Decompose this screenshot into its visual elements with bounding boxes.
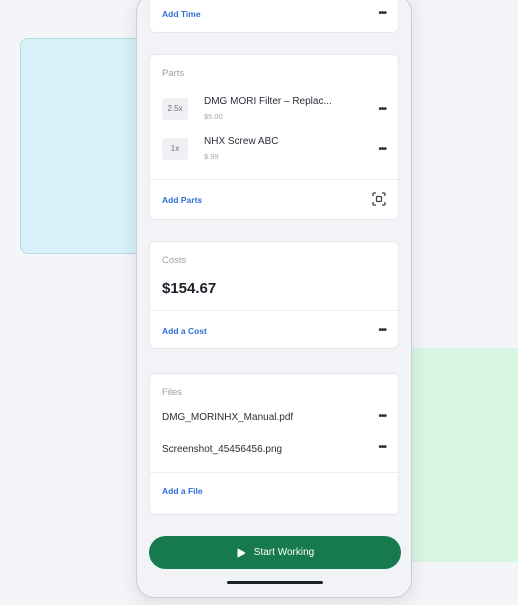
add-file-link[interactable]: Add a File xyxy=(162,486,203,496)
part-name[interactable]: NHX Screw ABC xyxy=(204,136,278,147)
part-name[interactable]: DMG MORI Filter – Replac... xyxy=(204,96,332,107)
files-divider xyxy=(150,472,398,473)
file-item[interactable]: Screenshot_45456456.png xyxy=(162,444,282,455)
time-more-icon[interactable]: ••• xyxy=(378,9,386,19)
part-qty-badge: 2.5x xyxy=(162,98,188,120)
part-qty-badge: 1x xyxy=(162,138,188,160)
files-title: Files xyxy=(162,387,183,398)
cost-total: $154.67 xyxy=(162,280,217,297)
part-price: $5.00 xyxy=(204,112,223,121)
scan-icon[interactable] xyxy=(372,192,386,206)
phone-frame: Add Time ••• Parts 2.5x DMG MORI Filter … xyxy=(136,0,412,598)
cost-more-icon[interactable]: ••• xyxy=(378,326,386,336)
add-cost-link[interactable]: Add a Cost xyxy=(162,326,207,336)
file-more-icon[interactable]: ••• xyxy=(378,412,386,422)
file-item[interactable]: DMG_MORINHX_Manual.pdf xyxy=(162,412,293,423)
files-card: Files DMG_MORINHX_Manual.pdf ••• Screens… xyxy=(149,373,399,515)
add-parts-link[interactable]: Add Parts xyxy=(162,195,202,205)
file-more-icon[interactable]: ••• xyxy=(378,443,386,453)
add-time-link[interactable]: Add Time xyxy=(162,9,201,19)
parts-divider xyxy=(150,179,398,180)
start-working-label: Start Working xyxy=(253,547,315,558)
background-panel-green xyxy=(400,348,518,562)
part-more-icon[interactable]: ••• xyxy=(378,105,386,115)
parts-title: Parts xyxy=(162,68,185,79)
costs-title: Costs xyxy=(162,255,187,266)
parts-card: Parts 2.5x DMG MORI Filter – Replac... $… xyxy=(149,54,399,220)
part-more-icon[interactable]: ••• xyxy=(378,145,386,155)
home-indicator xyxy=(227,581,323,584)
costs-card: Costs $154.67 Add a Cost ••• xyxy=(149,241,399,349)
start-working-button[interactable]: Start Working xyxy=(149,536,401,569)
play-icon xyxy=(237,548,245,557)
costs-divider xyxy=(150,310,398,311)
time-card: Add Time ••• xyxy=(149,0,399,33)
part-price: $.99 xyxy=(204,152,219,161)
